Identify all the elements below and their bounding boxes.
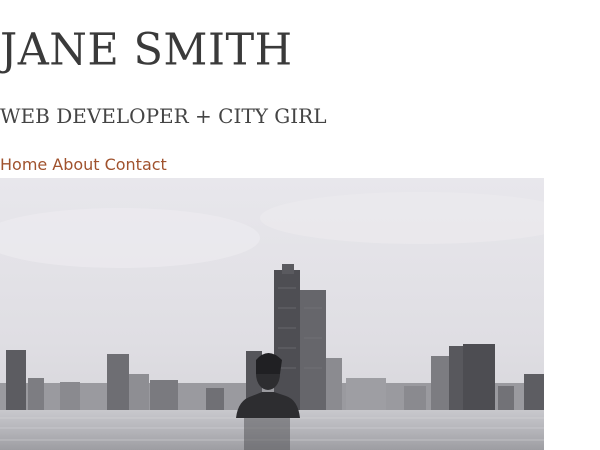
main-nav: Home About Contact (0, 153, 167, 177)
page: JANE SMITH WEB DEVELOPER + CITY GIRL Hom… (0, 0, 600, 450)
nav-link-contact[interactable]: Contact (105, 153, 167, 177)
site-title: JANE SMITH (0, 24, 293, 76)
site-tagline: WEB DEVELOPER + CITY GIRL (0, 104, 327, 128)
hero-image (0, 178, 544, 450)
nav-link-home[interactable]: Home (0, 153, 47, 177)
hero-photo (0, 178, 544, 450)
nav-link-about[interactable]: About (52, 153, 99, 177)
